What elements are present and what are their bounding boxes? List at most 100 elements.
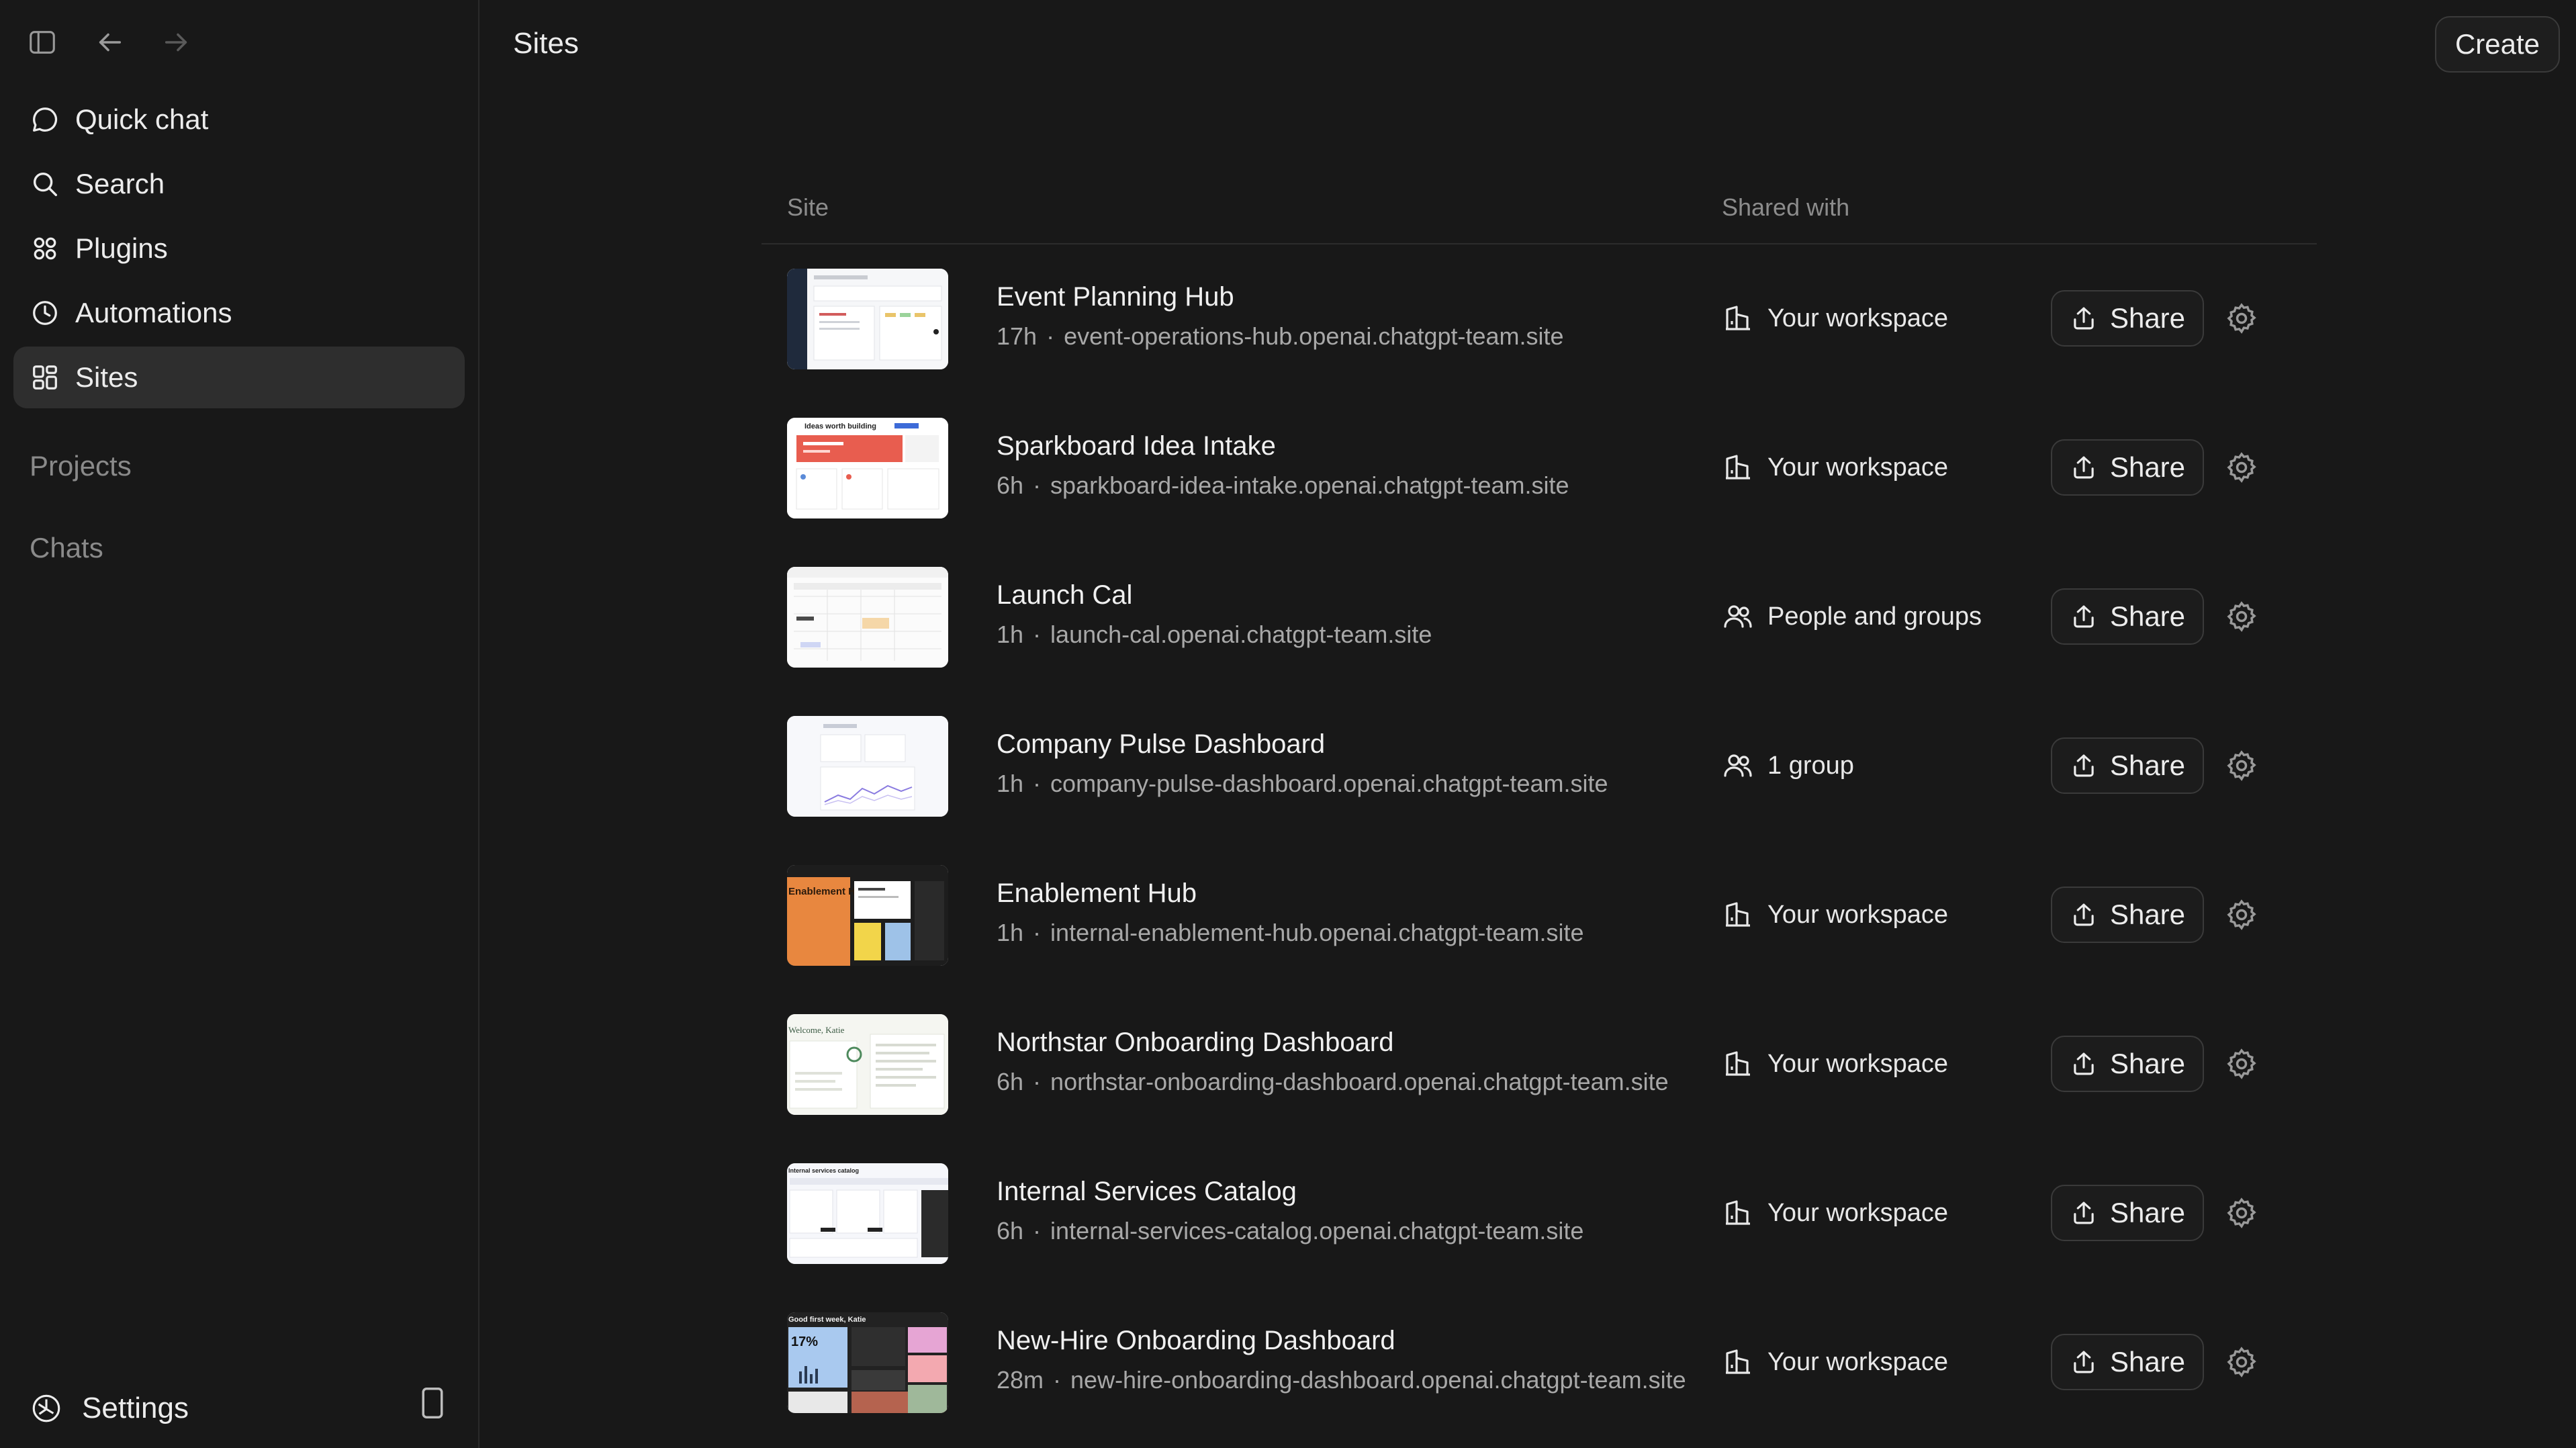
sidebar-item-search[interactable]: Search: [13, 153, 465, 215]
sidebar-item-label: Automations: [75, 297, 232, 328]
share-button[interactable]: Share: [2051, 887, 2204, 943]
shared-with-label: 1 group: [1767, 751, 1854, 780]
svg-text:Ideas worth building: Ideas worth building: [804, 422, 876, 431]
sidebar-item-label: Search: [75, 168, 165, 199]
site-title[interactable]: Enablement Hub: [997, 878, 1197, 909]
sidebar-item-label: Plugins: [75, 232, 168, 264]
site-url[interactable]: launch-cal.openai.chatgpt-team.site: [1050, 621, 1432, 648]
back-arrow-icon[interactable]: [94, 27, 125, 58]
table-row[interactable]: Event Planning Hub 17h · event-operations-…: [762, 244, 2317, 394]
svg-text:Welcome, Katie: Welcome, Katie: [788, 1025, 845, 1035]
mobile-device-icon[interactable]: [419, 1386, 446, 1420]
site-title[interactable]: New-Hire Onboarding Dashboard: [997, 1326, 1395, 1356]
sidebar-item-quick-chat[interactable]: Quick chat: [13, 89, 465, 150]
site-url[interactable]: company-pulse-dashboard.openai.chatgpt-t…: [1050, 770, 1608, 797]
site-thumbnail[interactable]: [787, 716, 948, 817]
sidebar-item-plugins[interactable]: Plugins: [13, 218, 465, 279]
shared-with-label: Your workspace: [1767, 900, 1948, 929]
settings-label: Settings: [82, 1392, 189, 1424]
site-url[interactable]: northstar-onboarding-dashboard.openai.ch…: [1050, 1068, 1669, 1095]
share-button[interactable]: Share: [2051, 737, 2204, 794]
site-thumbnail[interactable]: Good first week, Katie 17%: [787, 1312, 948, 1413]
site-title[interactable]: Internal Services Catalog: [997, 1177, 1297, 1207]
upload-icon: [2074, 1351, 2094, 1373]
sidebar-item-label: Sites: [75, 361, 138, 393]
sidebar-nav: Quick chat Search Plugins Automations Si…: [13, 89, 465, 411]
site-thumbnail[interactable]: Welcome, Katie: [787, 1014, 948, 1115]
site-title[interactable]: Sparkboard Idea Intake: [997, 431, 1276, 461]
site-settings-button[interactable]: [2224, 748, 2259, 783]
upload-icon: [2074, 456, 2094, 479]
share-button[interactable]: Share: [2051, 1036, 2204, 1092]
share-button[interactable]: Share: [2051, 1334, 2204, 1390]
clock-icon: [33, 301, 57, 325]
settings-button[interactable]: Settings: [30, 1392, 189, 1425]
site-url[interactable]: sparkboard-idea-intake.openai.chatgpt-te…: [1050, 471, 1569, 499]
shared-with-label: Your workspace: [1767, 1198, 1948, 1227]
gear-icon: [2227, 899, 2256, 930]
site-settings-button[interactable]: [2224, 897, 2259, 932]
site-title[interactable]: Company Pulse Dashboard: [997, 729, 1325, 760]
site-url[interactable]: internal-enablement-hub.openai.chatgpt-t…: [1050, 919, 1584, 946]
table-row[interactable]: Ideas worth building Sparkboard Idea Int…: [762, 394, 2317, 543]
share-button[interactable]: Share: [2051, 439, 2204, 496]
share-button[interactable]: Share: [2051, 588, 2204, 645]
share-button[interactable]: Share: [2051, 290, 2204, 347]
table-row[interactable]: Enablement Hub Enablement Hub 1h · interna…: [762, 841, 2317, 990]
shared-with-label: Your workspace: [1767, 1347, 1948, 1376]
forward-arrow-icon[interactable]: [161, 27, 192, 58]
window-controls: [27, 27, 192, 58]
share-label: Share: [2109, 899, 2186, 930]
site-title[interactable]: Northstar Onboarding Dashboard: [997, 1028, 1393, 1058]
site-settings-button[interactable]: [2224, 1345, 2259, 1379]
toggle-sidebar-icon[interactable]: [27, 27, 58, 58]
site-thumbnail[interactable]: Ideas worth building: [787, 418, 948, 518]
site-age: 1h: [997, 919, 1024, 946]
chat-bubble-icon: [33, 107, 58, 132]
site-title[interactable]: Launch Cal: [997, 580, 1132, 610]
table-row[interactable]: Welcome, Katie Northstar Onboarding Dash…: [762, 990, 2317, 1139]
site-meta: 17h · event-operations-hub.openai.chatgpt-…: [997, 322, 1564, 350]
shared-with: Your workspace: [1722, 1346, 1948, 1378]
sidebar-item-sites[interactable]: Sites: [13, 347, 465, 408]
upload-icon: [2074, 605, 2094, 628]
shared-with: 1 group: [1722, 750, 1854, 782]
create-button[interactable]: Create: [2434, 16, 2560, 73]
sidebar-item-automations[interactable]: Automations: [13, 282, 465, 344]
table-row[interactable]: Company Pulse Dashboard 1h · company-pulse…: [762, 692, 2317, 841]
site-thumbnail[interactable]: [787, 269, 948, 369]
shared-with-label: Your workspace: [1767, 304, 1948, 332]
site-settings-button[interactable]: [2224, 301, 2259, 336]
site-settings-button[interactable]: [2224, 1195, 2259, 1230]
shared-with-label: Your workspace: [1767, 1049, 1948, 1078]
sidebar-item-label: Quick chat: [75, 103, 209, 135]
gear-icon: [2227, 1048, 2256, 1079]
site-thumbnail[interactable]: [787, 567, 948, 668]
site-thumbnail[interactable]: Internal services catalog: [787, 1163, 948, 1264]
column-header-shared-with: Shared with: [1722, 193, 1850, 221]
sites-table: Site Shared with Event Planning Hub 17h …: [762, 176, 2317, 1437]
projects-section-label[interactable]: Projects: [30, 450, 132, 482]
site-url[interactable]: new-hire-onboarding-dashboard.openai.cha…: [1070, 1366, 1686, 1394]
site-settings-button[interactable]: [2224, 599, 2259, 634]
chats-section-label[interactable]: Chats: [30, 532, 103, 564]
share-button[interactable]: Share: [2051, 1185, 2204, 1241]
building-icon: [1726, 306, 1750, 330]
upload-icon: [2074, 903, 2094, 926]
table-row[interactable]: Good first week, Katie 17% New-Hire Onbo…: [762, 1288, 2317, 1437]
site-url[interactable]: internal-services-catalog.openai.chatgpt…: [1050, 1217, 1583, 1245]
upload-icon: [2074, 754, 2094, 777]
table-row[interactable]: Internal services catalog Internal Servi…: [762, 1139, 2317, 1288]
site-url[interactable]: event-operations-hub.openai.chatgpt-team…: [1064, 322, 1563, 350]
site-settings-button[interactable]: [2224, 1046, 2259, 1081]
openai-logo-icon: [32, 1394, 60, 1422]
column-header-site: Site: [787, 193, 829, 221]
site-thumbnail[interactable]: Enablement Hub: [787, 865, 948, 966]
sidebar: Quick chat Search Plugins Automations Si…: [0, 0, 479, 1448]
site-title[interactable]: Event Planning Hub: [997, 282, 1234, 312]
shared-with: Your workspace: [1722, 899, 1948, 931]
table-row[interactable]: Launch Cal 1h · launch-cal.openai.chatgpt-…: [762, 543, 2317, 692]
table-header: Site Shared with: [762, 176, 2317, 244]
share-label: Share: [2109, 1048, 2186, 1079]
site-settings-button[interactable]: [2224, 450, 2259, 485]
